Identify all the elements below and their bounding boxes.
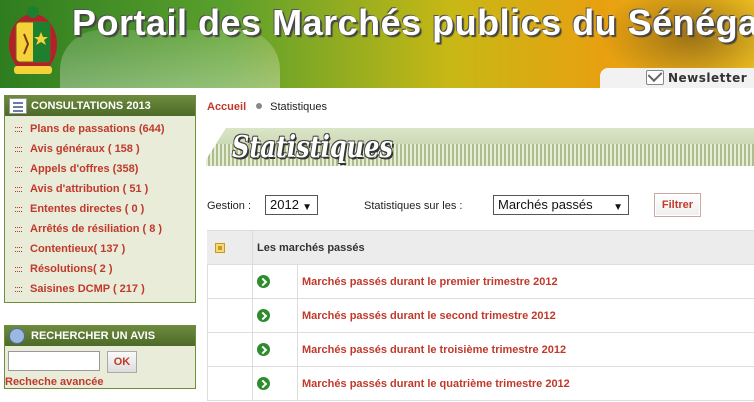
- consultations-panel: CONSULTATIONS 2013 Plans de passations (…: [4, 95, 196, 303]
- gestion-value: 2012: [270, 197, 299, 212]
- sidebar-item-avis-d-attribution[interactable]: Avis d'attribution ( 51 ): [5, 179, 195, 199]
- gestion-label: Gestion :: [207, 200, 252, 212]
- sidebar-item-contentieux[interactable]: Contentieux( 137 ): [5, 239, 195, 259]
- sidebar-item-arretes-de-resiliation[interactable]: Arrêtés de résiliation ( 8 ): [5, 219, 195, 239]
- search-header: RECHERCHER UN AVIS: [5, 326, 195, 346]
- sidebar-item-label: Appels d'offres (358): [30, 163, 139, 175]
- search-input[interactable]: [8, 351, 100, 371]
- banner-notch: [202, 128, 226, 166]
- table-row: Marchés passés durant le second trimestr…: [207, 298, 754, 333]
- header-icon-cell: [207, 231, 253, 265]
- filter-button[interactable]: Filtrer: [654, 193, 701, 217]
- sidebar-item-label: Avis d'attribution ( 51 ): [30, 183, 149, 195]
- sidebar-item-avis-generaux[interactable]: Avis généraux ( 158 ): [5, 139, 195, 159]
- newsletter-icon: [646, 70, 664, 85]
- sidebar-item-label: Avis généraux ( 158 ): [30, 143, 140, 155]
- table-header-label: Les marchés passés: [257, 242, 365, 254]
- arrow-right-icon[interactable]: [257, 309, 270, 322]
- search-panel: RECHERCHER UN AVIS OK Recheche avancée: [4, 325, 196, 389]
- sidebar-item-resolutions[interactable]: Résolutions( 2 ): [5, 259, 195, 279]
- table-row: Marchés passés durant le quatrième trime…: [207, 366, 754, 401]
- dropdown-arrow-icon: ▼: [613, 202, 623, 213]
- arrow-right-icon[interactable]: [257, 377, 270, 390]
- arrow-right-icon[interactable]: [257, 343, 270, 356]
- search-ok-button[interactable]: OK: [107, 351, 137, 373]
- consultations-title: CONSULTATIONS 2013: [31, 100, 151, 112]
- row-empty-cell: [207, 333, 253, 367]
- square-icon: [215, 243, 225, 253]
- senegal-coat-of-arms-logo[interactable]: [4, 4, 62, 78]
- row-empty-cell: [207, 367, 253, 401]
- sidebar-item-label: Contentieux( 137 ): [30, 243, 126, 255]
- consultations-menu: Plans de passations (644) Avis généraux …: [5, 116, 195, 299]
- bullet-icon: [15, 226, 22, 233]
- table-row: Marchés passés durant le premier trimest…: [207, 264, 754, 299]
- bullet-icon: [15, 286, 22, 293]
- row-link[interactable]: Marchés passés durant le quatrième trime…: [302, 378, 570, 390]
- user-search-icon: [9, 328, 25, 344]
- sidebar-item-plans-de-passations[interactable]: Plans de passations (644): [5, 119, 195, 139]
- sidebar-item-label: Arrêtés de résiliation ( 8 ): [30, 223, 163, 235]
- bullet-icon: [15, 166, 22, 173]
- sidebar-item-label: Résolutions( 2 ): [30, 263, 113, 275]
- site-header: Portail des Marchés publics du Sénégal N…: [0, 0, 754, 88]
- breadcrumb: Accueil Statistiques: [207, 101, 327, 113]
- stats-label: Statistiques sur les :: [364, 200, 463, 212]
- row-link[interactable]: Marchés passés durant le premier trimest…: [302, 276, 558, 288]
- list-icon: [9, 98, 27, 114]
- breadcrumb-current: Statistiques: [270, 101, 328, 113]
- sidebar-item-label: Ententes directes ( 0 ): [30, 203, 145, 215]
- dropdown-arrow-icon: ▼: [302, 202, 312, 213]
- stats-value: Marchés passés: [498, 197, 593, 212]
- bullet-icon: [15, 126, 22, 133]
- search-title: RECHERCHER UN AVIS: [31, 330, 156, 342]
- sidebar-item-ententes-directes[interactable]: Ententes directes ( 0 ): [5, 199, 195, 219]
- table-header: Les marchés passés: [207, 230, 754, 265]
- sidebar-item-saisines-dcmp[interactable]: Saisines DCMP ( 217 ): [5, 279, 195, 299]
- row-empty-cell: [207, 299, 253, 333]
- breadcrumb-separator-icon: [256, 103, 263, 109]
- bullet-icon: [15, 146, 22, 153]
- sidebar-item-appels-d-offres[interactable]: Appels d'offres (358): [5, 159, 195, 179]
- stats-select[interactable]: Marchés passés ▼: [493, 195, 629, 215]
- bullet-icon: [15, 206, 22, 213]
- advanced-search-link[interactable]: Recheche avancée: [5, 376, 103, 388]
- breadcrumb-home-link[interactable]: Accueil: [207, 101, 246, 113]
- bullet-icon: [15, 246, 22, 253]
- table-row: Marchés passés durant le troisième trime…: [207, 332, 754, 367]
- row-link[interactable]: Marchés passés durant le second trimestr…: [302, 310, 556, 322]
- sidebar-item-label: Plans de passations (644): [30, 123, 165, 135]
- sidebar-item-label: Saisines DCMP ( 217 ): [30, 283, 145, 295]
- site-title: Portail des Marchés publics du Sénégal: [72, 2, 754, 43]
- newsletter-link[interactable]: Newsletter: [600, 68, 754, 88]
- row-empty-cell: [207, 265, 253, 299]
- consultations-header: CONSULTATIONS 2013: [5, 96, 195, 116]
- marches-table: Les marchés passés Marchés passés durant…: [207, 230, 754, 401]
- row-link[interactable]: Marchés passés durant le troisième trime…: [302, 344, 566, 356]
- newsletter-label: Newsletter: [668, 71, 748, 85]
- page-title: Statistiques: [232, 130, 393, 165]
- bullet-icon: [15, 266, 22, 273]
- gestion-select[interactable]: 2012 ▼: [265, 195, 318, 215]
- arrow-right-icon[interactable]: [257, 275, 270, 288]
- bullet-icon: [15, 186, 22, 193]
